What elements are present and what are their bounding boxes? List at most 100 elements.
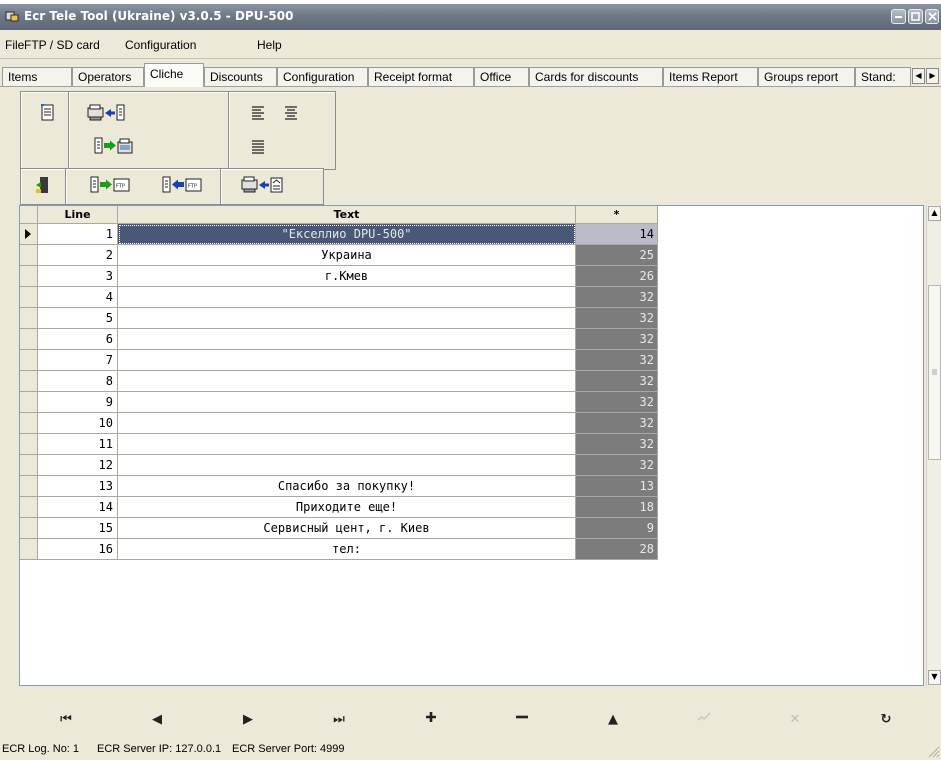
cell-line[interactable]: 6 — [38, 329, 118, 350]
tab-scroll-right-button[interactable]: ▶ — [926, 68, 939, 84]
table-row[interactable]: 4 32 — [20, 287, 923, 308]
nav-next-button[interactable]: ▶ — [233, 711, 263, 729]
download-ftp-icon[interactable]: FTP — [160, 175, 204, 195]
row-indicator[interactable] — [20, 413, 38, 434]
row-indicator[interactable] — [20, 371, 38, 392]
column-header-star[interactable]: * — [576, 206, 658, 224]
menu-file[interactable]: File — [5, 38, 24, 52]
row-indicator[interactable] — [20, 476, 38, 497]
tab-cliche[interactable]: Cliche — [144, 63, 204, 87]
cell-line[interactable]: 1 — [38, 224, 118, 245]
cell-text[interactable]: Сервисный цент, г. Киев — [118, 518, 576, 539]
write-to-ecr-icon[interactable] — [92, 136, 136, 156]
row-indicator[interactable] — [20, 224, 38, 245]
cell-line[interactable]: 9 — [38, 392, 118, 413]
row-indicator[interactable] — [20, 434, 38, 455]
table-row[interactable]: 14 Приходите еще! 18 — [20, 497, 923, 518]
cell-text[interactable] — [118, 413, 576, 434]
tab-configuration[interactable]: Configuration — [277, 67, 368, 86]
cell-star[interactable]: 32 — [576, 392, 658, 413]
row-indicator[interactable] — [20, 350, 38, 371]
cell-text[interactable] — [118, 455, 576, 476]
row-indicator[interactable] — [20, 308, 38, 329]
cell-star[interactable]: 32 — [576, 434, 658, 455]
table-row[interactable]: 15 Сервисный цент, г. Киев 9 — [20, 518, 923, 539]
row-indicator[interactable] — [20, 245, 38, 266]
cell-text[interactable]: "Екселлио DPU-500" — [118, 224, 576, 245]
cell-text[interactable]: г.Кмев — [118, 266, 576, 287]
cell-line[interactable]: 11 — [38, 434, 118, 455]
minimize-button[interactable] — [891, 9, 906, 24]
cell-line[interactable]: 13 — [38, 476, 118, 497]
read-from-ecr-icon[interactable] — [86, 103, 126, 123]
nav-first-button[interactable]: ⏮ — [51, 711, 81, 729]
cell-line[interactable]: 10 — [38, 413, 118, 434]
tab-items-report[interactable]: Items Report — [663, 67, 758, 86]
cell-line[interactable]: 7 — [38, 350, 118, 371]
tab-operators[interactable]: Operators — [72, 67, 144, 86]
tab-office[interactable]: Office — [474, 67, 529, 86]
align-center-icon[interactable] — [280, 103, 304, 123]
cell-text[interactable]: Спасибо за покупку! — [118, 476, 576, 497]
cell-star[interactable]: 32 — [576, 350, 658, 371]
menu-ftp-sd-card[interactable]: FTP / SD card — [24, 38, 100, 52]
cell-line[interactable]: 8 — [38, 371, 118, 392]
cell-text[interactable] — [118, 392, 576, 413]
cell-text[interactable] — [118, 287, 576, 308]
table-row[interactable]: 6 32 — [20, 329, 923, 350]
tab-discounts[interactable]: Discounts — [204, 67, 277, 86]
row-indicator[interactable] — [20, 497, 38, 518]
cell-line[interactable]: 4 — [38, 287, 118, 308]
cell-text[interactable] — [118, 308, 576, 329]
table-row[interactable]: 12 32 — [20, 455, 923, 476]
table-row[interactable]: 8 32 — [20, 371, 923, 392]
table-row[interactable]: 10 32 — [20, 413, 923, 434]
upload-ftp-icon[interactable]: FTP — [88, 175, 132, 195]
tab-groups-report[interactable]: Groups report — [758, 67, 855, 86]
cell-star[interactable]: 18 — [576, 497, 658, 518]
row-indicator[interactable] — [20, 329, 38, 350]
table-row[interactable]: 7 32 — [20, 350, 923, 371]
tab-receipt-format[interactable]: Receipt format — [368, 67, 474, 86]
scroll-up-button[interactable]: ▲ — [928, 206, 941, 221]
cell-line[interactable]: 12 — [38, 455, 118, 476]
table-row[interactable]: 3 г.Кмев 26 — [20, 266, 923, 287]
table-row[interactable]: 2 Украина 25 — [20, 245, 923, 266]
cell-line[interactable]: 3 — [38, 266, 118, 287]
cell-star[interactable]: 26 — [576, 266, 658, 287]
exit-door-icon[interactable] — [32, 175, 54, 195]
nav-delete-button[interactable] — [507, 711, 537, 729]
tab-scroll-left-button[interactable]: ◀ — [912, 68, 925, 84]
menu-help[interactable]: Help — [257, 38, 282, 52]
table-row[interactable]: 5 32 — [20, 308, 923, 329]
row-indicator[interactable] — [20, 455, 38, 476]
cell-star[interactable]: 32 — [576, 287, 658, 308]
cell-star[interactable]: 32 — [576, 371, 658, 392]
menu-configuration[interactable]: Configuration — [125, 38, 196, 52]
row-indicator[interactable] — [20, 518, 38, 539]
cell-line[interactable]: 2 — [38, 245, 118, 266]
tab-cards-for-discounts[interactable]: Cards for discounts — [529, 67, 663, 86]
cell-star[interactable]: 32 — [576, 455, 658, 476]
table-row[interactable]: 1 "Екселлио DPU-500" 14 — [20, 224, 923, 245]
cell-line[interactable]: 16 — [38, 539, 118, 560]
cell-star[interactable]: 25 — [576, 245, 658, 266]
cell-star[interactable]: 9 — [576, 518, 658, 539]
row-indicator[interactable] — [20, 392, 38, 413]
column-header-text[interactable]: Text — [118, 206, 576, 224]
row-indicator[interactable] — [20, 287, 38, 308]
cell-text[interactable] — [118, 350, 576, 371]
tab-stand[interactable]: Stand: — [855, 67, 911, 86]
cell-star[interactable]: 32 — [576, 308, 658, 329]
table-row[interactable]: 13 Спасибо за покупку! 13 — [20, 476, 923, 497]
maximize-button[interactable] — [908, 9, 923, 24]
cell-star[interactable]: 14 — [576, 224, 658, 245]
scroll-thumb[interactable] — [928, 285, 941, 460]
close-button[interactable] — [925, 9, 939, 24]
nav-insert-button[interactable] — [416, 711, 446, 729]
cell-star[interactable]: 32 — [576, 413, 658, 434]
cell-star[interactable]: 32 — [576, 329, 658, 350]
scroll-down-button[interactable]: ▼ — [928, 670, 941, 685]
cell-text[interactable]: тел: — [118, 539, 576, 560]
cell-line[interactable]: 14 — [38, 497, 118, 518]
